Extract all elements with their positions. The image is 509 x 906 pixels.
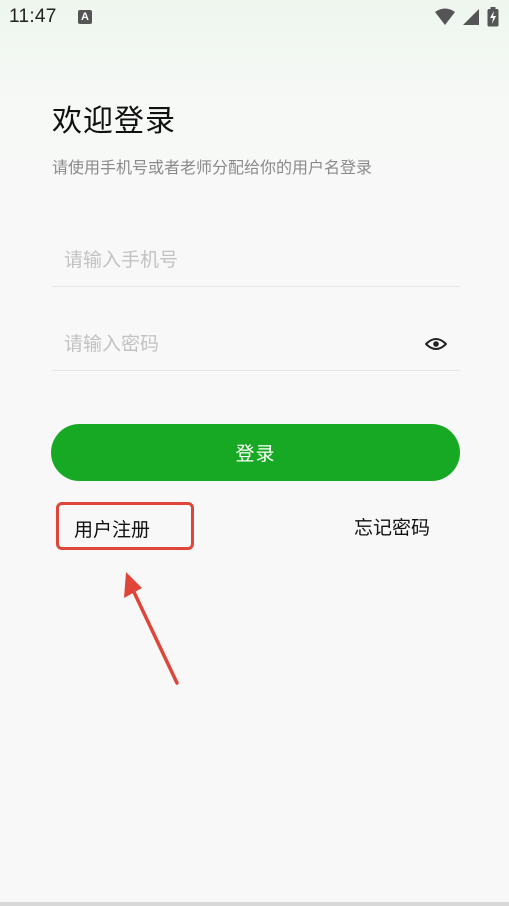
- login-button[interactable]: 登录: [51, 424, 460, 481]
- page-subtitle: 请使用手机号或者老师分配给你的用户名登录: [52, 158, 373, 177]
- phone-field: [52, 236, 460, 287]
- password-input[interactable]: [64, 320, 404, 368]
- battery-charging-icon: [487, 7, 499, 27]
- status-bar: 11:47 A: [0, 0, 509, 36]
- register-link-label: 用户注册: [74, 519, 151, 541]
- wifi-icon: [435, 8, 455, 25]
- status-time: 11:47: [9, 6, 57, 27]
- forgot-password-link[interactable]: 忘记密码: [354, 513, 430, 540]
- password-field: [52, 320, 460, 371]
- phone-input[interactable]: [64, 236, 404, 284]
- page-title: 欢迎登录: [52, 104, 176, 139]
- signal-icon: [463, 9, 479, 25]
- register-link[interactable]: 用户注册: [56, 502, 194, 550]
- eye-icon[interactable]: [424, 334, 448, 354]
- notification-icon: A: [78, 10, 92, 24]
- bottom-edge: [0, 902, 509, 906]
